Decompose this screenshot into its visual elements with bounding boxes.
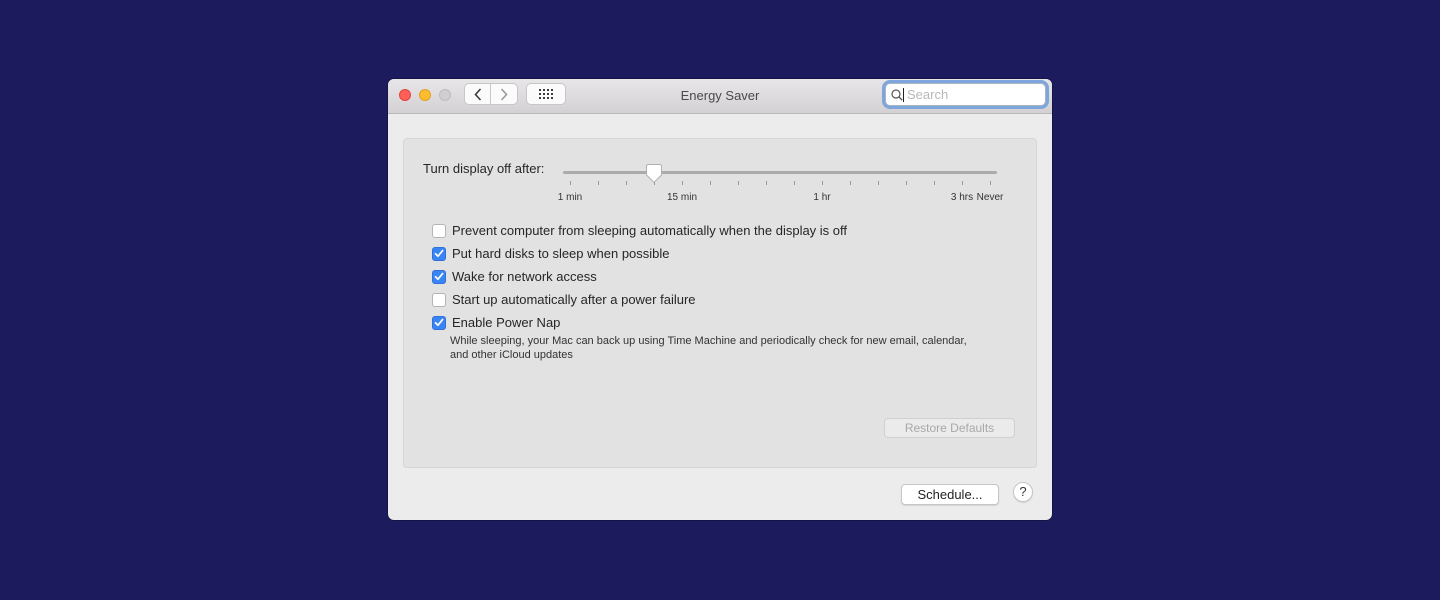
option-prevent-sleep[interactable]: Prevent computer from sleeping automatic… [432,223,847,238]
slider-tick [598,181,599,185]
slider-tick [710,181,711,185]
option-label: Prevent computer from sleeping automatic… [452,223,848,238]
show-all-button[interactable] [526,83,566,105]
help-button[interactable]: ? [1013,482,1033,502]
title-bar: Energy Saver [388,79,1052,114]
zoom-button[interactable] [439,89,451,101]
checkmark-icon [434,272,444,281]
checkmark-icon [434,249,444,258]
checkbox[interactable] [432,269,446,284]
slider-tick-label: 15 min [666,192,698,203]
back-button[interactable] [464,83,491,105]
slider-thumb[interactable] [646,164,662,183]
checkbox[interactable] [432,246,446,261]
slider-tick-label: 1 hr [813,192,831,203]
slider-tick-label: Never [976,192,1004,203]
slider-tick [934,181,935,185]
restore-defaults-button[interactable]: Restore Defaults [884,418,1015,438]
option-power-nap[interactable]: Enable Power Nap [432,315,560,330]
minimize-button[interactable] [419,89,431,101]
option-label: Put hard disks to sleep when possible [452,246,670,261]
slider-track[interactable] [563,171,997,174]
slider-tick [766,181,767,185]
slider-tick [822,181,823,185]
slider-tick [990,181,991,185]
search-icon [891,88,903,101]
grid-icon [539,89,553,99]
slider-tick [794,181,795,185]
option-label: Start up automatically after a power fai… [452,292,696,307]
search-input[interactable] [904,87,1037,102]
slider-tick-label: 3 hrs [950,192,974,203]
slider-tick [626,181,627,185]
checkbox[interactable] [432,315,446,330]
slider-tick [878,181,879,185]
close-button[interactable] [399,89,411,101]
forward-button[interactable] [491,83,518,105]
slider-tick-label: 1 min [557,192,583,203]
option-wake-network[interactable]: Wake for network access [432,269,597,284]
schedule-button[interactable]: Schedule... [901,484,999,505]
chevron-right-icon [500,87,508,101]
slider-tick [850,181,851,185]
slider-tick [682,181,683,185]
checkbox[interactable] [432,292,446,307]
option-label: Enable Power Nap [452,315,561,330]
slider-tick [962,181,963,185]
option-startup-power-failure[interactable]: Start up automatically after a power fai… [432,292,696,307]
energy-saver-window: Energy Saver Turn display off after: 1 m… [388,79,1052,520]
power-nap-description: While sleeping, your Mac can back up usi… [450,335,967,361]
slider-tick [738,181,739,185]
display-off-label: Turn display off after: [423,161,545,176]
option-hard-disk-sleep[interactable]: Put hard disks to sleep when possible [432,246,670,261]
slider-tick [906,181,907,185]
checkbox[interactable] [432,223,446,238]
option-label: Wake for network access [452,269,597,284]
checkmark-icon [434,318,444,327]
chevron-left-icon [473,87,481,101]
search-field[interactable] [885,83,1046,106]
slider-tick [570,181,571,185]
settings-panel: Turn display off after: 1 min 15 min 1 hr 3… [403,138,1037,468]
